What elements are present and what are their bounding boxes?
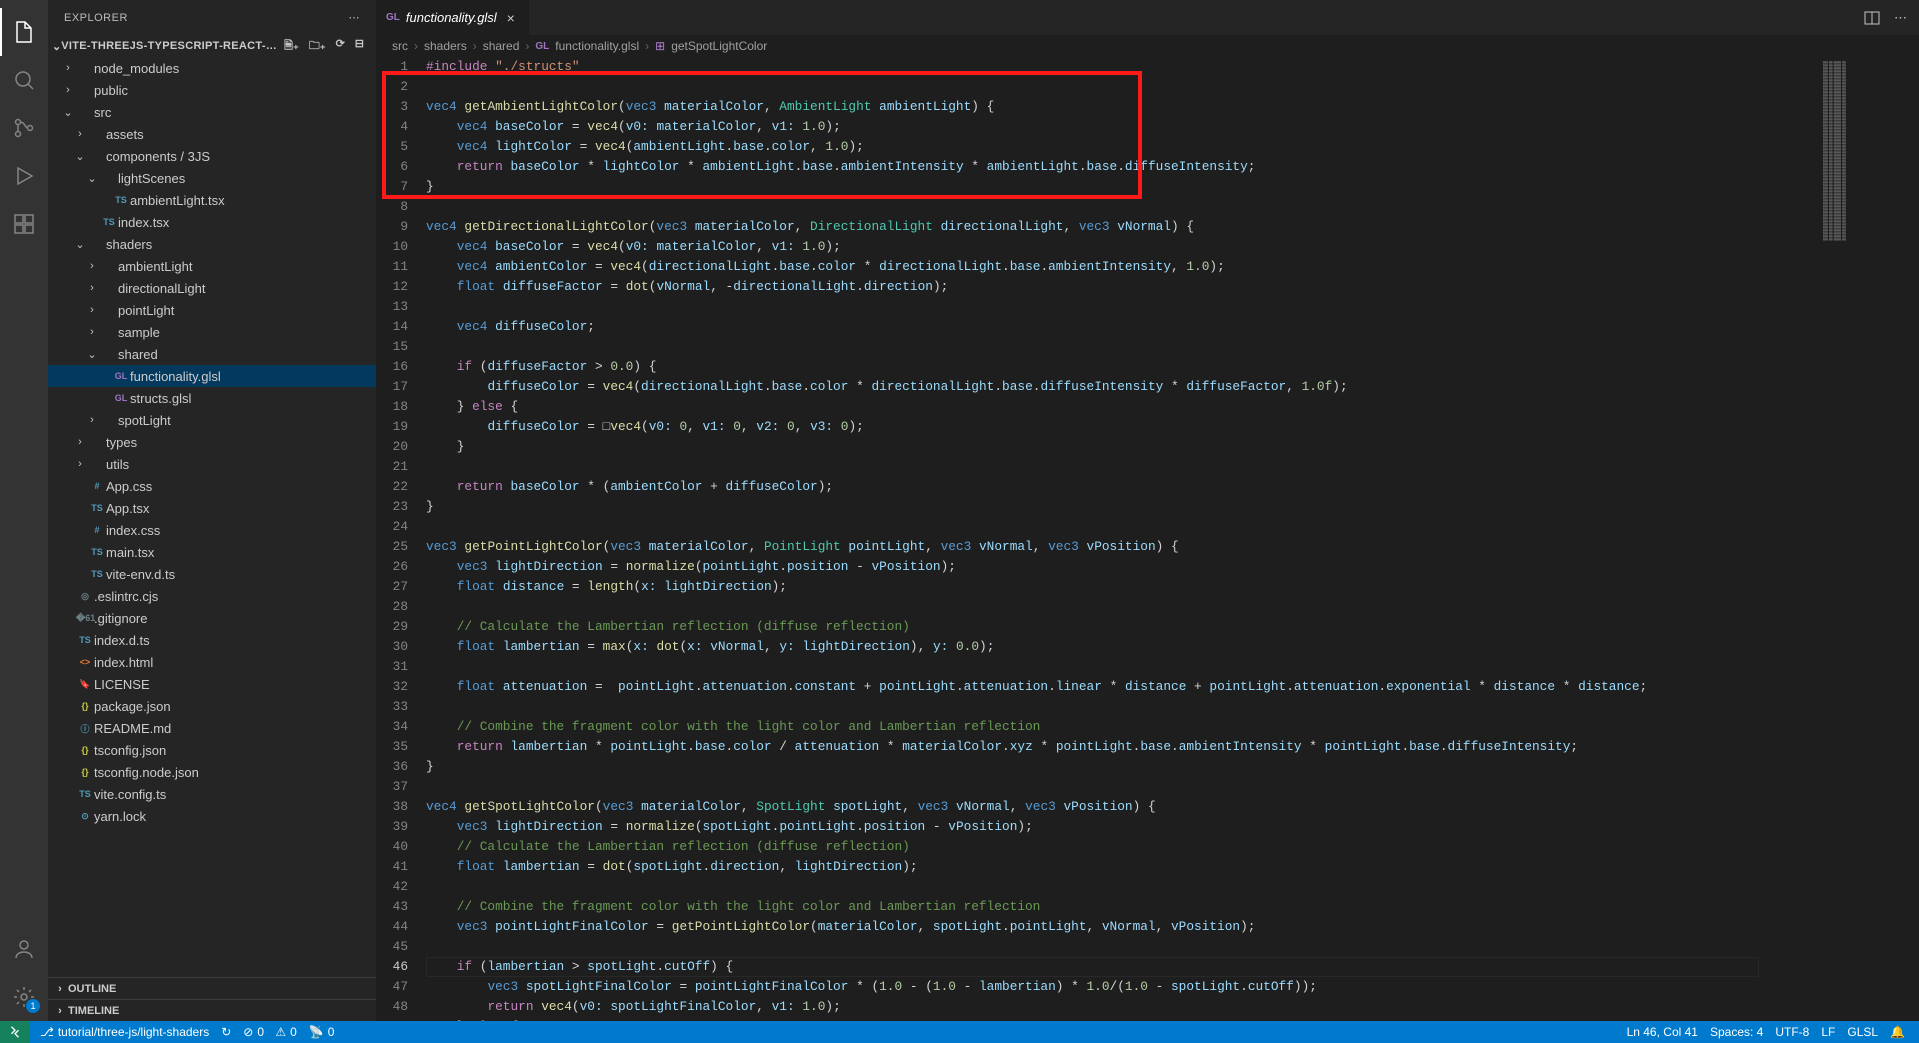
folder-item[interactable]: ›sample bbox=[48, 321, 376, 343]
settings-icon[interactable]: 1 bbox=[0, 973, 48, 1021]
folder-item[interactable]: ›pointLight bbox=[48, 299, 376, 321]
folder-item[interactable]: ›types bbox=[48, 431, 376, 453]
file-item[interactable]: <>index.html bbox=[48, 651, 376, 673]
folder-item[interactable]: ⌄components / 3JS bbox=[48, 145, 376, 167]
sidebar-title: EXPLORER ⋯ bbox=[48, 0, 376, 35]
code-area[interactable]: 1234567891011121314151617181920212223242… bbox=[376, 57, 1919, 1021]
file-item[interactable]: ◎.eslintrc.cjs bbox=[48, 585, 376, 607]
file-item[interactable]: #index.css bbox=[48, 519, 376, 541]
breadcrumb-item[interactable]: getSpotLightColor bbox=[671, 39, 767, 53]
folder-item[interactable]: ›ambientLight bbox=[48, 255, 376, 277]
project-header[interactable]: ⌄ VITE-THREEJS-TYPESCRIPT-REACT-GLSL-STA… bbox=[48, 35, 376, 57]
breadcrumb-item[interactable]: src bbox=[392, 39, 408, 53]
file-item[interactable]: TSApp.tsx bbox=[48, 497, 376, 519]
file-item[interactable]: �61.gitignore bbox=[48, 607, 376, 629]
more-actions-icon[interactable]: ⋯ bbox=[349, 11, 361, 24]
file-tree[interactable]: ›node_modules›public⌄src›assets⌄componen… bbox=[48, 57, 376, 977]
run-debug-icon[interactable] bbox=[0, 152, 48, 200]
file-item[interactable]: TSindex.tsx bbox=[48, 211, 376, 233]
file-item[interactable]: TSvite.config.ts bbox=[48, 783, 376, 805]
folder-item[interactable]: ›utils bbox=[48, 453, 376, 475]
folder-item[interactable]: ⌄lightScenes bbox=[48, 167, 376, 189]
language-indicator[interactable]: GLSL bbox=[1841, 1025, 1884, 1039]
breadcrumbs[interactable]: src›shaders›shared›GLfunctionality.glsl›… bbox=[376, 35, 1919, 57]
refresh-icon[interactable]: ⟳ bbox=[336, 37, 345, 56]
minimap[interactable]: ████ ███ ██████ ███████ ███ ██████ █████… bbox=[1819, 57, 1919, 1021]
tab-label: functionality.glsl bbox=[406, 10, 497, 25]
encoding-indicator[interactable]: UTF-8 bbox=[1769, 1025, 1815, 1039]
explorer-title: EXPLORER bbox=[64, 12, 128, 24]
eol-indicator[interactable]: LF bbox=[1815, 1025, 1841, 1039]
folder-item[interactable]: ⌄shaders bbox=[48, 233, 376, 255]
folder-item[interactable]: ›spotLight bbox=[48, 409, 376, 431]
file-item[interactable]: {}tsconfig.json bbox=[48, 739, 376, 761]
file-item[interactable]: 🔖LICENSE bbox=[48, 673, 376, 695]
indent-indicator[interactable]: Spaces: 4 bbox=[1704, 1025, 1769, 1039]
ports-indicator[interactable]: 📡0 bbox=[303, 1025, 341, 1039]
file-item[interactable]: {}tsconfig.node.json bbox=[48, 761, 376, 783]
file-item[interactable]: GLstructs.glsl bbox=[48, 387, 376, 409]
status-bar: ⎇tutorial/three-js/light-shaders ↻ ⊘0 ⚠0… bbox=[0, 1021, 1919, 1043]
editor: GL functionality.glsl × ⋯ src›shaders›sh… bbox=[376, 0, 1919, 1021]
new-file-icon[interactable]: 🗎₊ bbox=[284, 37, 299, 56]
file-item[interactable]: #App.css bbox=[48, 475, 376, 497]
tab-bar: GL functionality.glsl × ⋯ bbox=[376, 0, 1919, 35]
file-item[interactable]: GLfunctionality.glsl bbox=[48, 365, 376, 387]
file-item[interactable]: {}package.json bbox=[48, 695, 376, 717]
tab-functionality[interactable]: GL functionality.glsl × bbox=[376, 0, 530, 35]
file-item[interactable]: ⊙yarn.lock bbox=[48, 805, 376, 827]
project-name: VITE-THREEJS-TYPESCRIPT-REACT-GLSL-START… bbox=[61, 40, 284, 52]
code-content[interactable]: #include "./structs" vec4 getAmbientLigh… bbox=[426, 57, 1819, 1021]
new-folder-icon[interactable]: 🗀₊ bbox=[309, 37, 326, 56]
source-control-icon[interactable] bbox=[0, 104, 48, 152]
settings-badge: 1 bbox=[26, 999, 40, 1013]
folder-item[interactable]: ⌄shared bbox=[48, 343, 376, 365]
problems-indicator[interactable]: ⊘0 ⚠0 bbox=[237, 1025, 303, 1039]
folder-item[interactable]: ›node_modules bbox=[48, 57, 376, 79]
file-item[interactable]: TSambientLight.tsx bbox=[48, 189, 376, 211]
outline-pane[interactable]: ›OUTLINE bbox=[48, 977, 376, 999]
breadcrumb-item[interactable]: functionality.glsl bbox=[555, 39, 639, 53]
file-item[interactable]: ⓘREADME.md bbox=[48, 717, 376, 739]
collapse-all-icon[interactable]: ⊟ bbox=[355, 37, 364, 56]
notifications-icon[interactable]: 🔔 bbox=[1884, 1025, 1911, 1039]
remote-indicator[interactable] bbox=[0, 1021, 30, 1043]
split-editor-icon[interactable] bbox=[1864, 10, 1880, 26]
folder-item[interactable]: ⌄src bbox=[48, 101, 376, 123]
sidebar: EXPLORER ⋯ ⌄ VITE-THREEJS-TYPESCRIPT-REA… bbox=[48, 0, 376, 1021]
file-item[interactable]: TSvite-env.d.ts bbox=[48, 563, 376, 585]
accounts-icon[interactable] bbox=[0, 925, 48, 973]
activity-bar: 1 bbox=[0, 0, 48, 1021]
folder-item[interactable]: ›public bbox=[48, 79, 376, 101]
file-item[interactable]: TSindex.d.ts bbox=[48, 629, 376, 651]
cursor-position[interactable]: Ln 46, Col 41 bbox=[1621, 1025, 1704, 1039]
line-gutter: 1234567891011121314151617181920212223242… bbox=[376, 57, 426, 1021]
breadcrumb-item[interactable]: shared bbox=[483, 39, 520, 53]
breadcrumb-item[interactable]: shaders bbox=[424, 39, 467, 53]
folder-item[interactable]: ›directionalLight bbox=[48, 277, 376, 299]
branch-indicator[interactable]: ⎇tutorial/three-js/light-shaders bbox=[34, 1025, 215, 1039]
chevron-down-icon: ⌄ bbox=[52, 40, 61, 53]
file-item[interactable]: TSmain.tsx bbox=[48, 541, 376, 563]
extensions-icon[interactable] bbox=[0, 200, 48, 248]
explorer-icon[interactable] bbox=[0, 8, 48, 56]
close-icon[interactable]: × bbox=[503, 10, 519, 26]
timeline-pane[interactable]: ›TIMELINE bbox=[48, 999, 376, 1021]
folder-item[interactable]: ›assets bbox=[48, 123, 376, 145]
file-icon: GL bbox=[386, 12, 400, 23]
search-icon[interactable] bbox=[0, 56, 48, 104]
sync-indicator[interactable]: ↻ bbox=[215, 1025, 237, 1039]
more-icon[interactable]: ⋯ bbox=[1894, 10, 1907, 26]
